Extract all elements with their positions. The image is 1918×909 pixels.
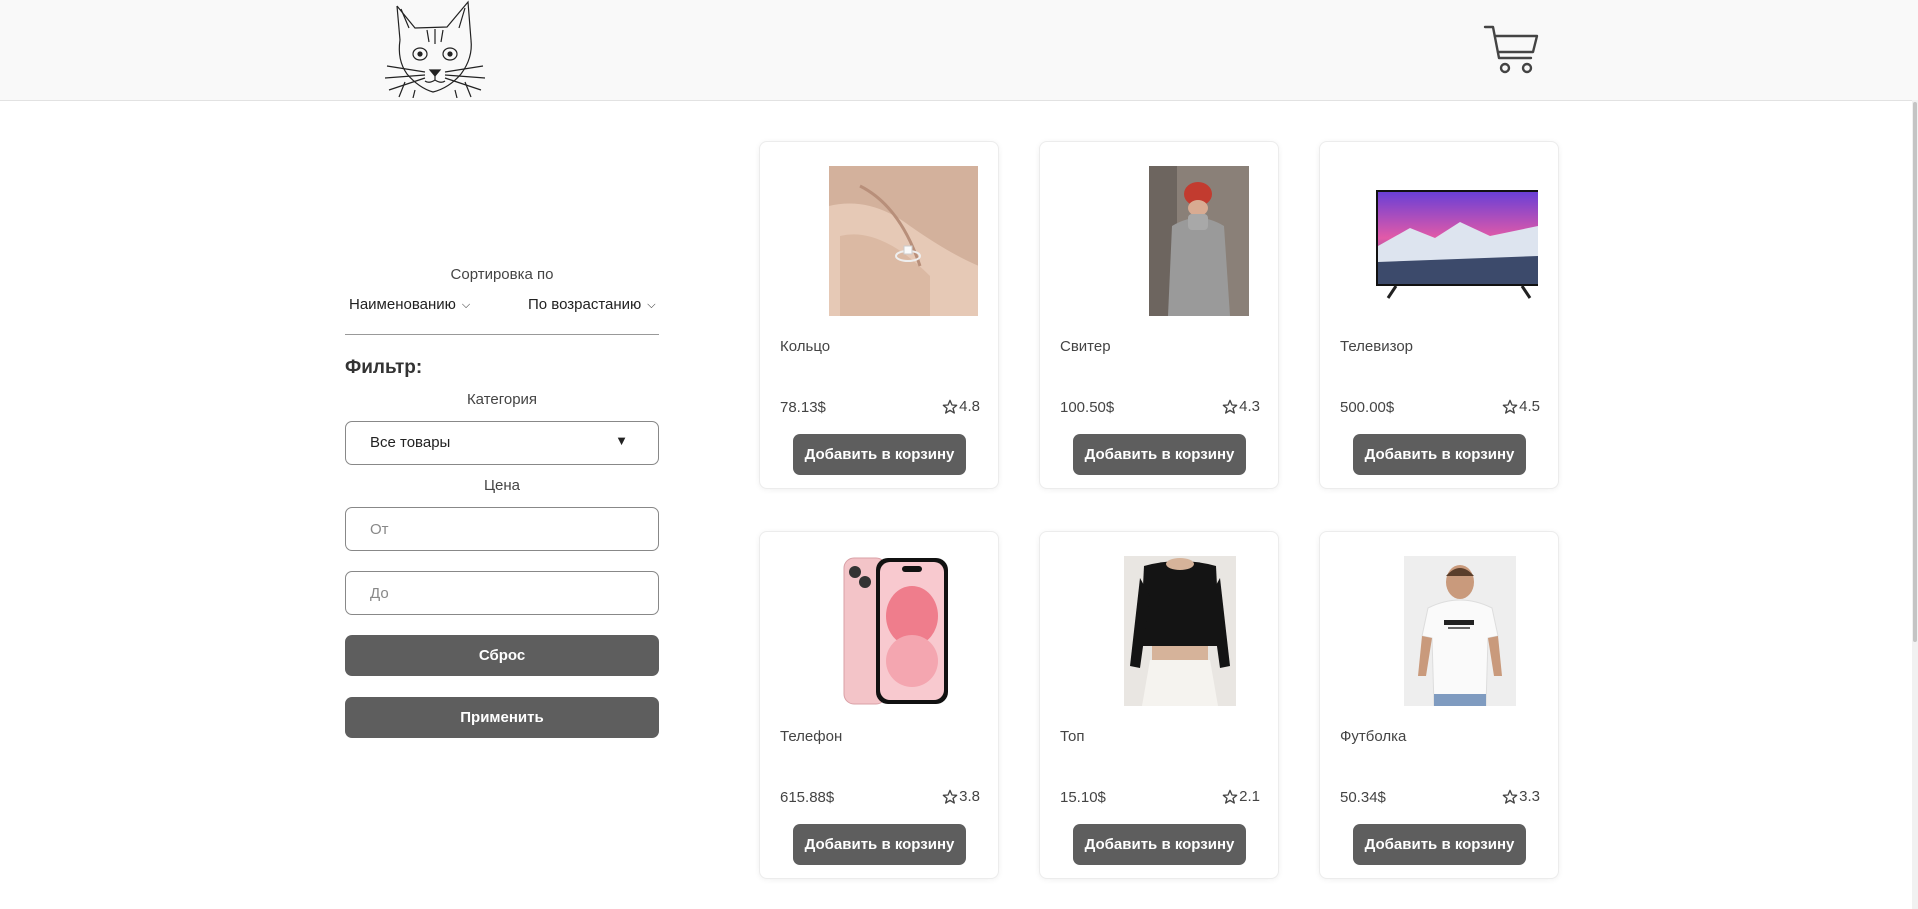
cat-logo[interactable] — [385, 0, 485, 98]
product-rating: 3.8 — [942, 788, 980, 805]
price-label: Цена — [483, 477, 521, 494]
product-card[interactable]: Кольцо 78.13$ 4.8 Добавить в корзину — [759, 141, 999, 489]
star-icon — [1222, 789, 1238, 804]
divider — [345, 334, 659, 335]
ring-image — [829, 166, 978, 316]
product-price: 615.88$ — [780, 789, 835, 806]
product-card[interactable]: Телевизор 500.00$ 4.5 Добавить в корзину — [1319, 141, 1559, 489]
add-to-cart-button[interactable]: Добавить в корзину — [1353, 434, 1526, 475]
scrollbar[interactable] — [1912, 100, 1918, 909]
rating-value: 4.8 — [959, 398, 980, 415]
product-card[interactable]: Телефон 615.88$ 3.8 Добавить в корзину — [759, 531, 999, 879]
rating-value: 4.3 — [1239, 398, 1260, 415]
filter-title: Фильтр: — [345, 357, 423, 378]
product-rating: 3.3 — [1502, 788, 1540, 805]
sort-title: Сортировка по — [450, 266, 554, 283]
product-rating: 4.3 — [1222, 398, 1260, 415]
add-to-cart-button[interactable]: Добавить в корзину — [793, 434, 966, 475]
product-title: Топ — [1060, 728, 1085, 745]
product-title: Телевизор — [1340, 338, 1414, 355]
star-icon — [1502, 399, 1518, 414]
rating-value: 3.8 — [959, 788, 980, 805]
add-to-cart-button[interactable]: Добавить в корзину — [793, 824, 966, 865]
product-price: 500.00$ — [1340, 399, 1395, 416]
product-price: 50.34$ — [1340, 789, 1386, 806]
star-icon — [1502, 789, 1518, 804]
tv-image — [1376, 190, 1538, 299]
dropdown-arrow-icon: ▼ — [615, 433, 628, 448]
category-label: Категория — [466, 391, 538, 408]
chevron-down-icon: ⌵ — [647, 299, 656, 311]
product-title: Кольцо — [780, 338, 831, 355]
rating-value: 3.3 — [1519, 788, 1540, 805]
star-icon — [1222, 399, 1238, 414]
category-select[interactable]: Все товары ▼ — [345, 421, 659, 465]
star-icon — [942, 789, 958, 804]
product-rating: 2.1 — [1222, 788, 1260, 805]
product-price: 100.50$ — [1060, 399, 1115, 416]
rating-value: 4.5 — [1519, 398, 1540, 415]
product-card[interactable]: Топ 15.10$ 2.1 Добавить в корзину — [1039, 531, 1279, 879]
price-from-input[interactable] — [345, 507, 659, 551]
sort-by-select[interactable]: Наименованию ⌵ — [349, 296, 470, 313]
top-image — [1124, 556, 1236, 706]
star-icon — [942, 399, 958, 414]
phone-image — [843, 557, 948, 705]
product-card[interactable]: Свитер 100.50$ 4.3 Добавить в корзину — [1039, 141, 1279, 489]
tshirt-image — [1404, 556, 1516, 706]
sort-order-select[interactable]: По возрастанию ⌵ — [528, 296, 656, 313]
reset-button[interactable]: Сброс — [345, 635, 659, 676]
header — [0, 0, 1918, 101]
add-to-cart-button[interactable]: Добавить в корзину — [1073, 434, 1246, 475]
chevron-down-icon: ⌵ — [461, 299, 471, 311]
apply-button[interactable]: Применить — [345, 697, 659, 738]
sort-by-value: Наименованию — [349, 296, 456, 313]
product-rating: 4.5 — [1502, 398, 1540, 415]
rating-value: 2.1 — [1239, 788, 1260, 805]
product-title: Футболка — [1340, 728, 1407, 745]
price-to-input[interactable] — [345, 571, 659, 615]
scrollbar-thumb[interactable] — [1913, 102, 1917, 642]
product-title: Свитер — [1060, 338, 1111, 355]
sort-order-value: По возрастанию — [528, 296, 642, 313]
product-title: Телефон — [780, 728, 843, 745]
cart-icon[interactable] — [1483, 24, 1539, 76]
product-price: 15.10$ — [1060, 789, 1106, 806]
add-to-cart-button[interactable]: Добавить в корзину — [1073, 824, 1246, 865]
product-rating: 4.8 — [942, 398, 980, 415]
product-price: 78.13$ — [780, 399, 826, 416]
sweater-image — [1149, 166, 1249, 316]
add-to-cart-button[interactable]: Добавить в корзину — [1353, 824, 1526, 865]
product-card[interactable]: Футболка 50.34$ 3.3 Добавить в корзину — [1319, 531, 1559, 879]
category-value: Все товары — [370, 434, 451, 451]
